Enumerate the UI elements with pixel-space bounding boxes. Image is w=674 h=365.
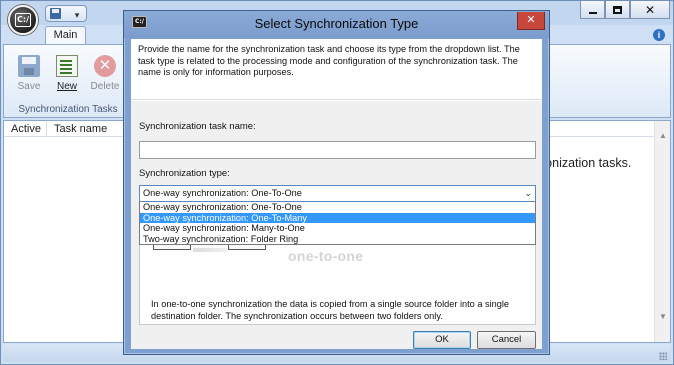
dialog-title: Select Synchronization Type (254, 16, 419, 31)
empty-grid-message: ronization tasks. n (541, 156, 631, 186)
save-button-label: Save (17, 81, 41, 92)
app-logo-icon: C:/ (15, 13, 31, 27)
select-sync-type-dialog: C:/ Select Synchronization Type ✕ Provid… (123, 10, 550, 355)
dialog-close-button[interactable]: ✕ (517, 12, 545, 30)
sync-type-option[interactable]: One-way synchronization: Many-to-One (140, 223, 535, 234)
new-button-label: New (56, 81, 77, 92)
empty-grid-message-line2: n (541, 171, 631, 186)
sync-type-option[interactable]: One-way synchronization: One-To-One (140, 202, 535, 213)
quick-access-dropdown-icon[interactable]: ▾ (71, 9, 83, 21)
tab-main[interactable]: Main (45, 26, 86, 44)
delete-icon: ✕ (94, 55, 116, 77)
column-header-active[interactable]: Active (4, 122, 47, 137)
sync-type-selected-value: One-way synchronization: One-To-One (143, 188, 302, 198)
dialog-titlebar[interactable]: C:/ Select Synchronization Type ✕ (124, 11, 549, 38)
save-icon (18, 55, 40, 77)
close-icon: ✕ (644, 2, 656, 17)
new-task-icon (56, 55, 78, 77)
scroll-down-icon[interactable]: ▼ (658, 312, 668, 322)
app-menu-button[interactable]: C:/ (8, 5, 38, 35)
ribbon-group-label: Synchronization Tasks (18, 104, 118, 115)
cancel-button[interactable]: Cancel (477, 331, 536, 349)
sync-type-label: Synchronization type: (139, 168, 230, 179)
quick-access-toolbar: ▾ (45, 5, 87, 22)
dialog-description: Provide the name for the synchronization… (138, 44, 520, 77)
minimize-button[interactable] (580, 1, 605, 19)
scroll-up-icon[interactable]: ▲ (658, 131, 668, 141)
vertical-scrollbar[interactable]: ▲ ▼ (654, 121, 670, 342)
new-button[interactable]: New (50, 51, 84, 97)
sync-type-option-highlighted[interactable]: One-way synchronization: One-To-Many (140, 212, 535, 223)
sync-arrow-icon (193, 248, 227, 252)
sync-type-option[interactable]: Two-way synchronization: Folder Ring (140, 234, 535, 245)
preview-description: In one-to-one synchronization the data i… (151, 299, 510, 321)
help-icon[interactable]: i (653, 29, 665, 41)
sync-type-select[interactable]: One-way synchronization: One-To-One ⌄ (139, 185, 536, 202)
dialog-description-panel: Provide the name for the synchronization… (131, 39, 542, 100)
task-name-label: Synchronization task name: (139, 121, 256, 132)
ok-button[interactable]: OK (413, 331, 471, 349)
quick-save-icon[interactable] (50, 8, 61, 19)
maximize-button[interactable] (605, 1, 630, 19)
close-button[interactable]: ✕ (630, 1, 670, 19)
sync-type-dropdown-list: One-way synchronization: One-To-One One-… (139, 202, 536, 245)
delete-button-label: Delete (90, 81, 120, 92)
chevron-down-icon[interactable]: ⌄ (524, 186, 532, 201)
save-button[interactable]: Save (12, 51, 46, 97)
maximize-icon (613, 5, 622, 14)
empty-grid-message-line1: ronization tasks. (541, 156, 632, 170)
ribbon-group-synchronization-tasks: Save New ✕ Delete Synchronization Tasks (10, 47, 126, 117)
dialog-form: Synchronization task name: Synchronizati… (131, 101, 542, 349)
delete-button[interactable]: ✕ Delete (88, 51, 122, 97)
resize-grip-icon[interactable] (659, 352, 667, 360)
window-controls: ✕ (580, 1, 670, 19)
preview-mode-label: one-to-one (288, 248, 364, 264)
task-name-input[interactable] (139, 141, 536, 159)
close-icon: ✕ (526, 14, 536, 26)
dialog-body: Provide the name for the synchronization… (131, 39, 542, 349)
minimize-icon (588, 11, 597, 14)
